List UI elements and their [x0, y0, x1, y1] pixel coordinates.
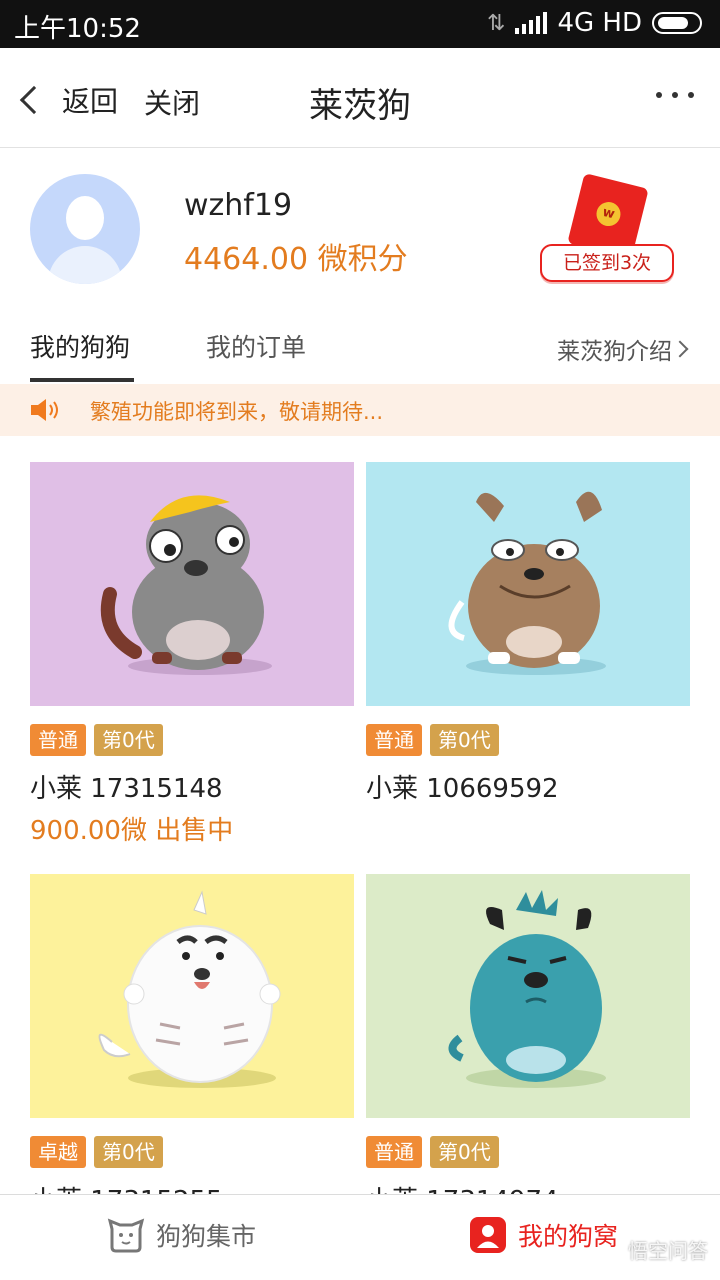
bottom-nav: 狗狗集市 我的狗窝 悟空问答	[0, 1194, 720, 1280]
nav-bar: 返回 关闭 莱茨狗	[0, 48, 720, 148]
nav-my-kennel-label: 我的狗窝	[518, 1222, 619, 1251]
generation-badge: 第0代	[430, 724, 499, 756]
watermark: 悟空问答	[628, 1239, 708, 1263]
dot-icon	[656, 92, 662, 98]
tier-badge: 普通	[30, 724, 86, 756]
avatar-head-icon	[66, 196, 104, 240]
dog-image[interactable]	[366, 874, 690, 1118]
dog-price: 900.00微 出售中	[30, 816, 234, 846]
signal-icon	[515, 12, 548, 34]
nav-market[interactable]: 狗狗集市	[106, 1215, 256, 1255]
intro-label: 莱茨狗介绍	[557, 339, 672, 365]
dog-badges: 卓越 第0代	[30, 1136, 163, 1168]
dot-icon	[672, 92, 678, 98]
active-tab-indicator	[30, 378, 134, 382]
tab-my-dogs[interactable]: 我的狗狗	[30, 328, 130, 364]
speaker-icon	[31, 399, 58, 421]
dog-name: 小莱 10669592	[366, 774, 559, 804]
intro-link[interactable]: 莱茨狗介绍	[557, 332, 689, 366]
network-label: 4G HD	[557, 8, 642, 38]
checkin-badge[interactable]: 已签到3次	[540, 244, 674, 282]
more-menu-button[interactable]	[656, 92, 694, 98]
battery-icon	[652, 12, 702, 34]
data-transfer-icon: ⇅	[487, 10, 506, 36]
dog-face-icon	[107, 1218, 145, 1253]
notice-text: 繁殖功能即将到来，敬请期待...	[90, 400, 384, 424]
generation-badge: 第0代	[94, 1136, 163, 1168]
notice-banner: 繁殖功能即将到来，敬请期待...	[0, 384, 720, 436]
generation-badge: 第0代	[94, 724, 163, 756]
dog-badges: 普通 第0代	[366, 1136, 499, 1168]
dog-name: 小莱 17315148	[30, 774, 223, 804]
tab-my-orders[interactable]: 我的订单	[206, 328, 306, 364]
profile-header: wzhf19 4464.00 微积分 w 已签到3次	[0, 148, 720, 298]
tier-badge: 普通	[366, 724, 422, 756]
dog-image[interactable]	[30, 874, 354, 1118]
nav-my-kennel[interactable]: 我的狗窝	[468, 1215, 618, 1255]
kennel-icon	[470, 1217, 506, 1253]
dog-badges: 普通 第0代	[30, 724, 163, 756]
dog-image[interactable]	[30, 462, 354, 706]
status-time: 上午10:52	[14, 14, 141, 44]
username: wzhf19	[184, 188, 293, 223]
tier-badge: 卓越	[30, 1136, 86, 1168]
dog-image[interactable]	[366, 462, 690, 706]
coin-icon: w	[593, 199, 624, 229]
tier-badge: 普通	[366, 1136, 422, 1168]
points-balance: 4464.00 微积分	[184, 242, 408, 277]
dot-icon	[688, 92, 694, 98]
chevron-right-icon	[671, 340, 689, 358]
nav-market-label: 狗狗集市	[156, 1222, 257, 1251]
page-title: 莱茨狗	[309, 86, 411, 126]
status-icons: ⇅ 4G HD	[487, 8, 702, 38]
generation-badge: 第0代	[430, 1136, 499, 1168]
avatar[interactable]	[30, 174, 140, 284]
avatar-body-icon	[48, 246, 122, 284]
dog-badges: 普通 第0代	[366, 724, 499, 756]
status-bar: 上午10:52 ⇅ 4G HD	[0, 0, 720, 48]
tab-bar: 我的狗狗 我的订单 莱茨狗介绍	[0, 298, 720, 384]
